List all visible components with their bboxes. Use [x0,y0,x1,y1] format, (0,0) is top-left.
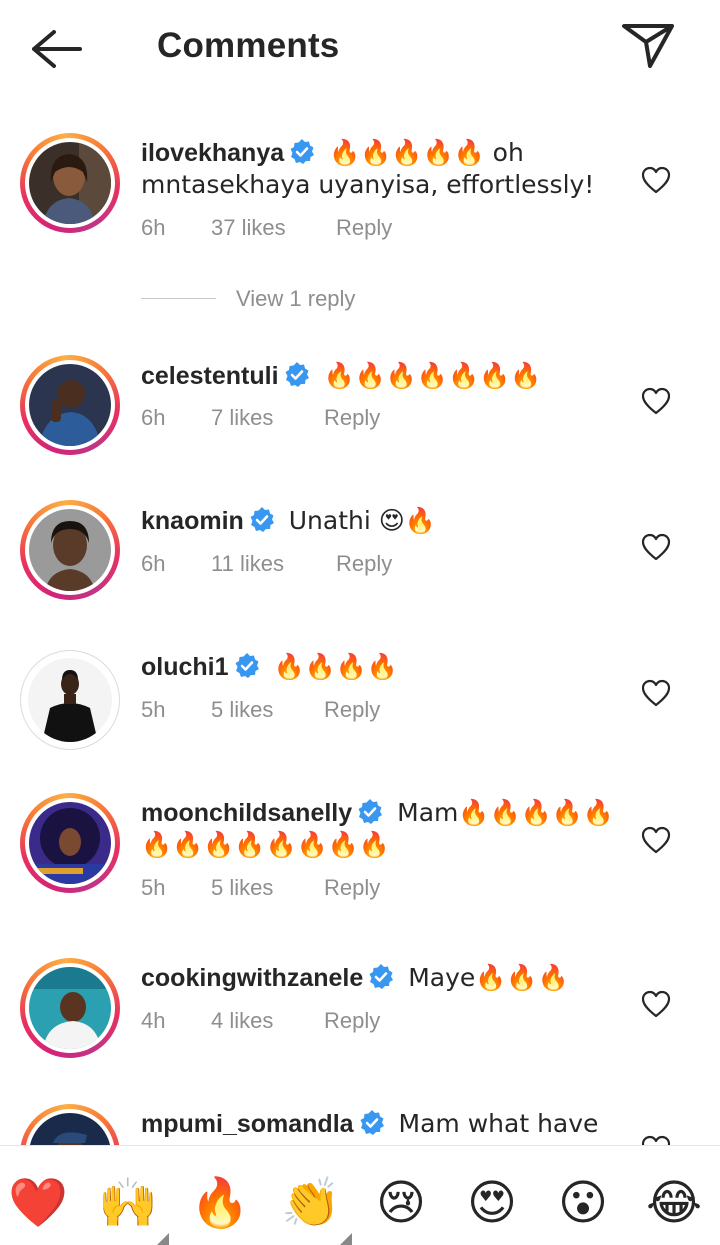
clapping-hands-emoji-icon: 👏 [281,1175,341,1231]
heart-eyes-emoji-button[interactable]: 😍 [461,1173,523,1233]
clapping-hands-emoji-button[interactable]: 👏 [280,1173,352,1245]
raising-hands-emoji-icon: 🙌 [98,1175,158,1231]
open-mouth-emoji-icon: 😮 [557,1175,609,1231]
comment-body: mpumi_somandla Mam what have [141,1108,611,1140]
fire-emoji-button[interactable]: 🔥 [189,1173,251,1233]
heart-emoji-button[interactable]: ❤️ [7,1173,69,1233]
fire-emoji-icon: 🔥 [190,1175,250,1231]
avatar[interactable] [20,1104,120,1145]
comment-text: Mam what have [398,1109,599,1138]
raising-hands-emoji-button[interactable]: 🙌 [97,1173,169,1245]
tears-of-joy-emoji-button[interactable]: 😂 [643,1173,705,1233]
verified-badge-icon [358,1109,386,1137]
heart-emoji-icon: ❤️ [8,1175,68,1231]
tears-of-joy-emoji-icon: 😂 [645,1175,703,1231]
username[interactable]: mpumi_somandla [141,1110,354,1138]
open-mouth-emoji-button[interactable]: 😮 [552,1173,614,1233]
crying-face-emoji-icon: 😢 [375,1175,427,1231]
skin-tone-indicator [157,1233,169,1245]
heart-eyes-emoji-icon: 😍 [466,1175,518,1231]
skin-tone-indicator [340,1233,352,1245]
heart-icon[interactable] [641,1135,671,1145]
emoji-reaction-bar: ❤️ 🙌 🔥 👏 😢 😍 😮 😂 [0,1145,720,1245]
crying-face-emoji-button[interactable]: 😢 [370,1173,432,1233]
comment-item: mpumi_somandla Mam what have [0,0,720,1145]
